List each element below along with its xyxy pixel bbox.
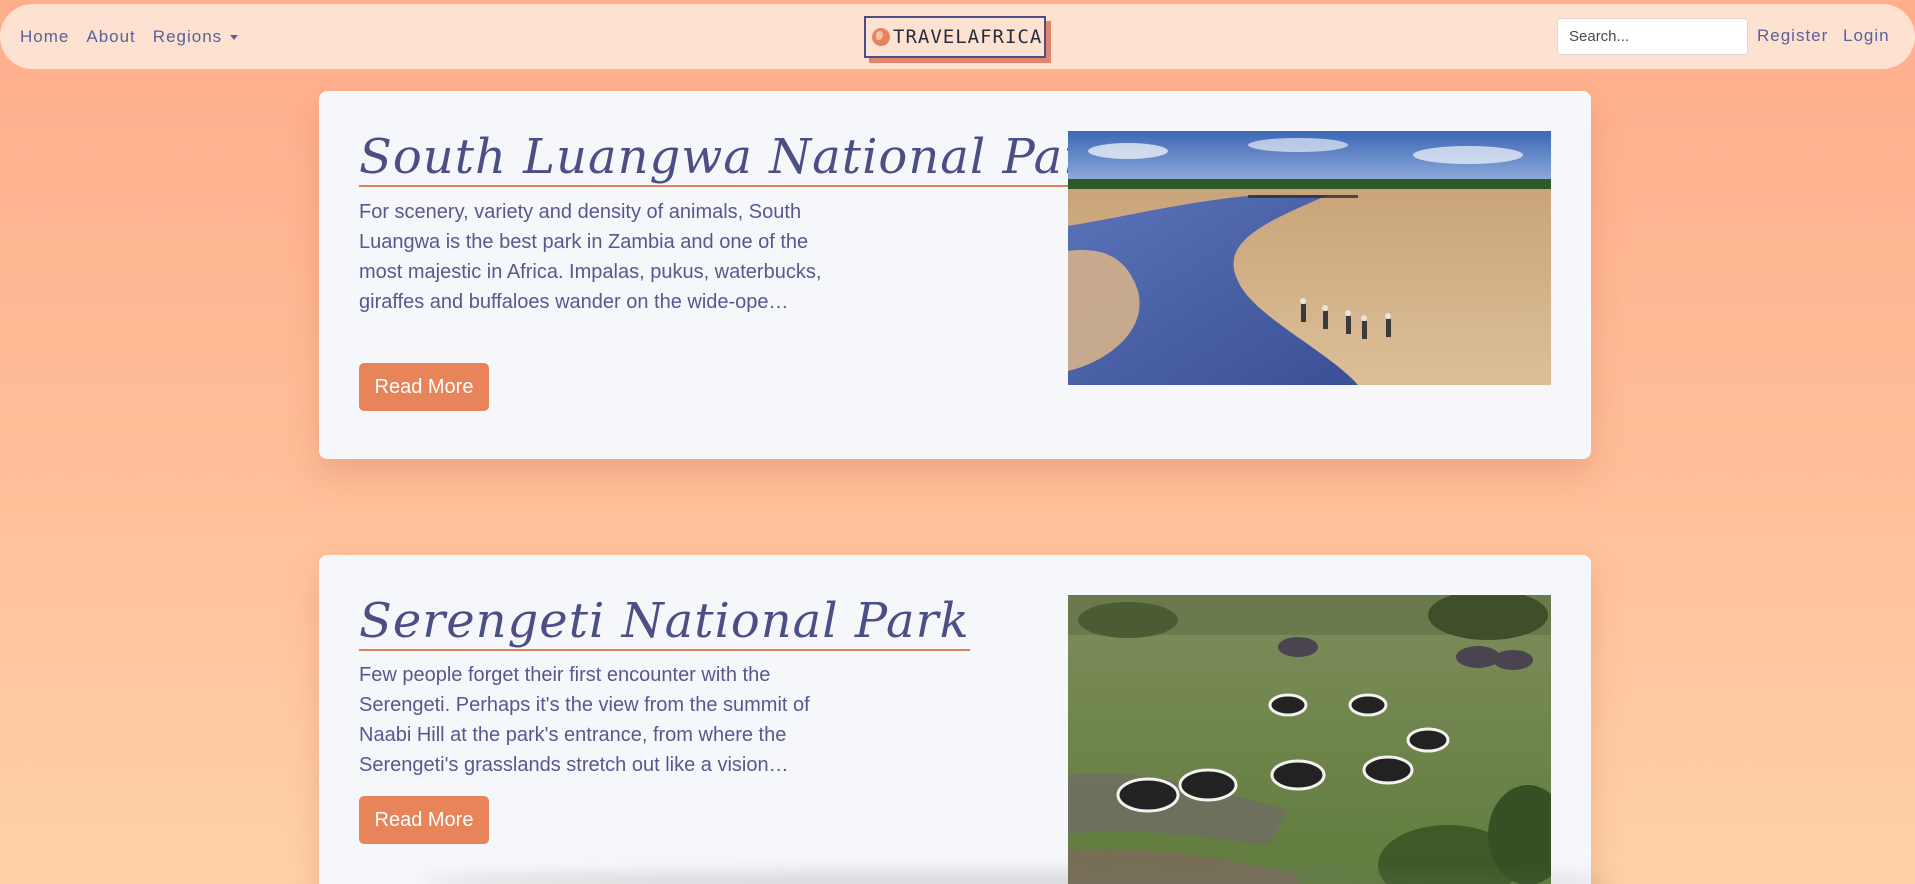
search-input[interactable] [1557,18,1748,55]
park-image [1068,595,1551,884]
nav-register-link[interactable]: Register [1757,26,1828,46]
nav-regions-dropdown[interactable]: Regions [152,26,239,47]
nav-login-link[interactable]: Login [1843,26,1890,46]
card-title: Serengeti National Park [359,593,970,651]
card-description: For scenery, variety and density of anim… [359,201,822,313]
nav-home-link[interactable]: Home [20,27,69,47]
nav-regions-label: Regions [152,26,223,46]
brand-text: TRAVELAFRICA [893,26,1043,48]
globe-icon [872,28,890,46]
nav-left-group: Home About Regions [20,4,239,69]
park-image [1068,131,1551,385]
brand-logo[interactable]: TRAVELAFRICA [864,16,1051,63]
river-walking-safari-image [1068,131,1551,385]
park-card: Serengeti National Park Few people forge… [319,555,1591,884]
card-title: South Luangwa National Park [359,129,1118,187]
park-card: South Luangwa National Park For scenery,… [319,91,1591,459]
read-more-button[interactable]: Read More [359,363,489,411]
card-description: Few people forget their first encounter … [359,664,810,776]
caret-down-icon [230,34,239,40]
nav-about-link[interactable]: About [86,27,135,47]
top-navbar: Home About Regions TRAVELAFRICA Register… [0,4,1915,69]
zebras-at-waterhole-image [1068,595,1551,884]
brand-box: TRAVELAFRICA [864,16,1046,58]
read-more-button[interactable]: Read More [359,796,489,844]
